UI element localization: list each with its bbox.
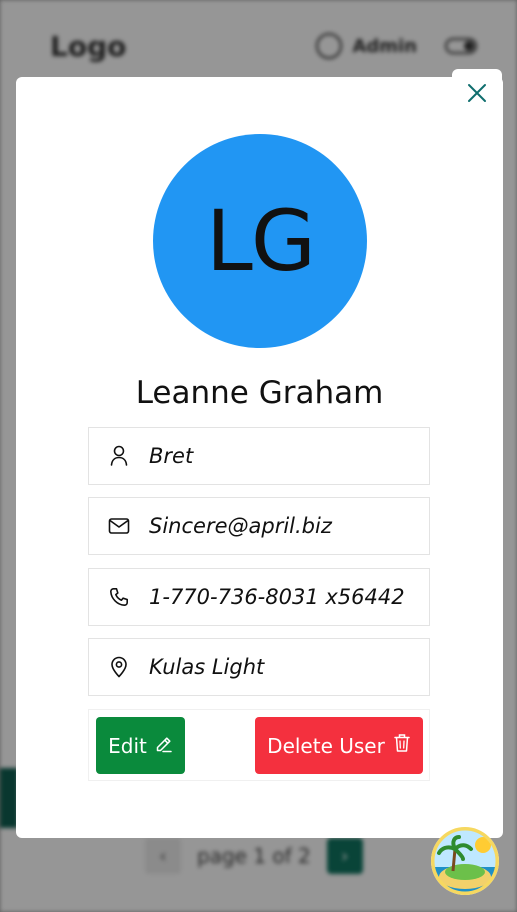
close-icon — [466, 82, 488, 107]
pencil-icon — [155, 734, 173, 758]
delete-user-button[interactable]: Delete User — [255, 717, 423, 774]
modal-actions: Edit Delete User — [88, 709, 430, 781]
location-pin-icon — [89, 656, 149, 678]
phone-icon — [89, 587, 149, 607]
email-value: Sincere@april.biz — [149, 514, 332, 538]
user-name: Leanne Graham — [135, 375, 384, 411]
edit-button[interactable]: Edit — [96, 717, 185, 774]
username-row: Bret — [88, 427, 430, 485]
edit-label: Edit — [108, 733, 147, 758]
phone-row: 1-770-736-8031 x56442 — [88, 568, 430, 626]
avatar-initials: LG — [206, 192, 316, 290]
trash-icon — [393, 733, 411, 758]
delete-label: Delete User — [267, 733, 385, 758]
phone-value: 1-770-736-8031 x56442 — [149, 585, 405, 609]
email-row: Sincere@april.biz — [88, 497, 430, 555]
mail-icon — [89, 517, 149, 535]
address-value: Kulas Light — [149, 655, 265, 679]
username-value: Bret — [149, 444, 194, 468]
user-icon — [89, 445, 149, 467]
floating-island-avatar[interactable] — [431, 827, 499, 895]
avatar: LG — [153, 134, 367, 348]
user-detail-modal: LG Leanne Graham Bret Sincere@april.biz … — [16, 77, 503, 838]
address-row: Kulas Light — [88, 638, 430, 696]
close-button[interactable] — [452, 69, 502, 119]
